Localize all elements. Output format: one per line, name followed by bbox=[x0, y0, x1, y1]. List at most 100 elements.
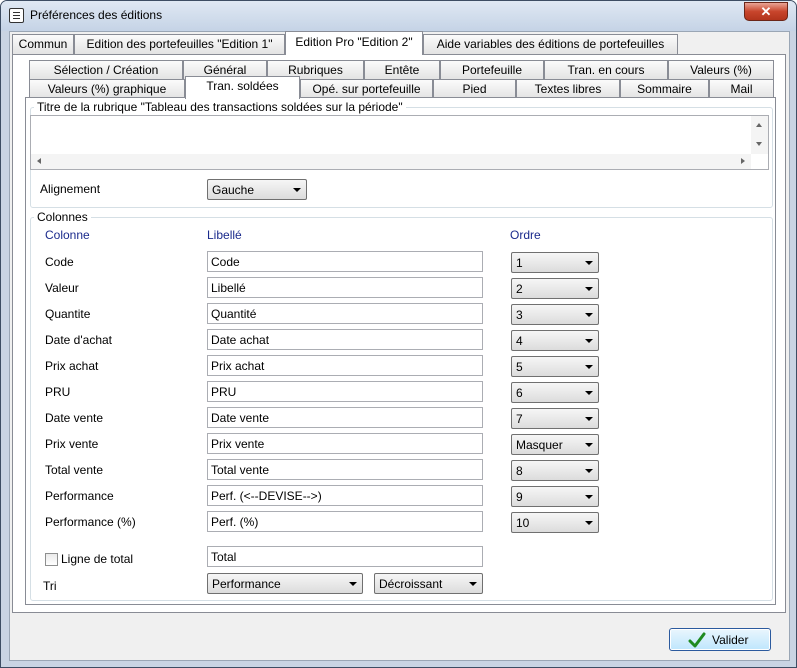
chevron-down-icon bbox=[585, 417, 593, 421]
column-name: Valeur bbox=[45, 281, 79, 295]
ordre-value: 3 bbox=[516, 308, 523, 322]
column-name: Prix vente bbox=[45, 437, 99, 451]
ordre-value: 10 bbox=[516, 516, 530, 530]
title-group-legend: Titre de la rubrique "Tableau des transa… bbox=[34, 100, 406, 114]
column-name: Date d'achat bbox=[45, 333, 113, 347]
chevron-down-icon bbox=[349, 582, 357, 586]
total-line-checkbox[interactable] bbox=[45, 553, 58, 566]
chevron-down-icon bbox=[585, 261, 593, 265]
column-name: Code bbox=[45, 255, 74, 269]
columns-group-legend: Colonnes bbox=[34, 210, 91, 224]
libelle-input[interactable]: Perf. (%) bbox=[207, 511, 483, 532]
chevron-down-icon bbox=[585, 339, 593, 343]
total-label-input[interactable]: Total bbox=[207, 546, 483, 567]
ordre-value: 6 bbox=[516, 386, 523, 400]
libelle-input[interactable]: Prix achat bbox=[207, 355, 483, 376]
libelle-input[interactable]: Prix vente bbox=[207, 433, 483, 454]
scroll-right-icon[interactable] bbox=[741, 158, 745, 164]
close-icon: ✕ bbox=[760, 4, 772, 19]
subtab-selection-creation[interactable]: Sélection / Création bbox=[29, 60, 183, 79]
sort-field-select[interactable]: Performance bbox=[207, 573, 363, 594]
libelle-input[interactable]: Code bbox=[207, 251, 483, 272]
alignment-value: Gauche bbox=[212, 183, 255, 197]
libelle-input[interactable]: Date achat bbox=[207, 329, 483, 350]
document-list-icon[interactable] bbox=[9, 8, 24, 23]
ordre-select[interactable]: 9 bbox=[511, 486, 599, 507]
column-name: Total vente bbox=[45, 463, 104, 477]
chevron-down-icon bbox=[585, 469, 593, 473]
ordre-value: Masquer bbox=[516, 438, 563, 452]
tab-edition-pro[interactable]: Edition Pro "Edition 2" bbox=[285, 31, 423, 55]
subtab-portefeuille[interactable]: Portefeuille bbox=[440, 60, 544, 79]
subtab-mail[interactable]: Mail bbox=[709, 79, 774, 98]
sort-label: Tri bbox=[43, 579, 57, 593]
column-name: Quantite bbox=[45, 307, 91, 321]
libelle-input[interactable]: Quantité bbox=[207, 303, 483, 324]
ordre-select[interactable]: 2 bbox=[511, 278, 599, 299]
subtab-pied[interactable]: Pied bbox=[433, 79, 516, 98]
libelle-input[interactable]: Perf. (<--DEVISE-->) bbox=[207, 485, 483, 506]
ordre-select[interactable]: Masquer bbox=[511, 434, 599, 455]
close-button[interactable]: ✕ bbox=[744, 2, 788, 21]
ordre-value: 1 bbox=[516, 256, 523, 270]
scroll-down-icon[interactable] bbox=[756, 142, 762, 146]
sort-direction-select[interactable]: Décroissant bbox=[374, 573, 483, 594]
checkmark-icon bbox=[688, 632, 706, 648]
subtab-sommaire[interactable]: Sommaire bbox=[620, 79, 709, 98]
column-name: Prix achat bbox=[45, 359, 99, 373]
alignment-select[interactable]: Gauche bbox=[207, 179, 307, 200]
tab-edition-1[interactable]: Edition des portefeuilles "Edition 1" bbox=[74, 34, 285, 54]
libelle-input[interactable]: Libellé bbox=[207, 277, 483, 298]
ordre-select[interactable]: 10 bbox=[511, 512, 599, 533]
subtab-entete[interactable]: Entête bbox=[364, 60, 440, 79]
ordre-value: 8 bbox=[516, 464, 523, 478]
tab-aide-variables[interactable]: Aide variables des éditions de portefeui… bbox=[423, 34, 678, 54]
chevron-down-icon bbox=[293, 188, 301, 192]
ordre-value: 9 bbox=[516, 490, 523, 504]
ordre-select[interactable]: 4 bbox=[511, 330, 599, 351]
libelle-input[interactable]: Date vente bbox=[207, 407, 483, 428]
tab-commun[interactable]: Commun bbox=[12, 34, 74, 54]
subtab-textes-libres[interactable]: Textes libres bbox=[516, 79, 620, 98]
libelle-input[interactable]: PRU bbox=[207, 381, 483, 402]
chevron-down-icon bbox=[469, 582, 477, 586]
header-ordre: Ordre bbox=[510, 228, 541, 242]
libelle-input[interactable]: Total vente bbox=[207, 459, 483, 480]
scroll-left-icon[interactable] bbox=[37, 158, 41, 164]
ordre-select[interactable]: 8 bbox=[511, 460, 599, 481]
ordre-value: 4 bbox=[516, 334, 523, 348]
ordre-select[interactable]: 3 bbox=[511, 304, 599, 325]
ordre-select[interactable]: 1 bbox=[511, 252, 599, 273]
ordre-value: 5 bbox=[516, 360, 523, 374]
ordre-select[interactable]: 7 bbox=[511, 408, 599, 429]
valider-button[interactable]: Valider bbox=[669, 628, 771, 651]
chevron-down-icon bbox=[585, 495, 593, 499]
chevron-down-icon bbox=[585, 313, 593, 317]
subtab-ope-portefeuille[interactable]: Opé. sur portefeuille bbox=[300, 79, 433, 98]
ordre-value: 2 bbox=[516, 282, 523, 296]
chevron-down-icon bbox=[585, 391, 593, 395]
chevron-down-icon bbox=[585, 287, 593, 291]
chevron-down-icon bbox=[585, 443, 593, 447]
ordre-select[interactable]: 6 bbox=[511, 382, 599, 403]
scroll-up-icon[interactable] bbox=[756, 123, 762, 127]
ordre-select[interactable]: 5 bbox=[511, 356, 599, 377]
chevron-down-icon bbox=[585, 365, 593, 369]
column-name: Performance (%) bbox=[45, 515, 136, 529]
subtab-tran-en-cours[interactable]: Tran. en cours bbox=[544, 60, 668, 79]
header-libelle: Libellé bbox=[207, 228, 242, 242]
dialog-window: Préférences des éditions ✕ Commun Editio… bbox=[0, 0, 797, 668]
total-line-label: Ligne de total bbox=[61, 552, 134, 566]
vertical-scrollbar[interactable] bbox=[751, 116, 768, 154]
ordre-value: 7 bbox=[516, 412, 523, 426]
title-bar[interactable]: Préférences des éditions ✕ bbox=[1, 1, 796, 31]
horizontal-scrollbar[interactable] bbox=[31, 154, 751, 169]
subtab-tran-soldees[interactable]: Tran. soldées bbox=[185, 76, 300, 99]
valider-label: Valider bbox=[712, 633, 749, 647]
subtab-valeurs-pct[interactable]: Valeurs (%) bbox=[668, 60, 774, 79]
title-textarea[interactable] bbox=[30, 115, 769, 170]
subtab-valeurs-graphique[interactable]: Valeurs (%) graphique bbox=[29, 79, 185, 98]
column-name: Performance bbox=[45, 489, 114, 503]
column-name: PRU bbox=[45, 385, 71, 399]
column-name: Date vente bbox=[45, 411, 104, 425]
